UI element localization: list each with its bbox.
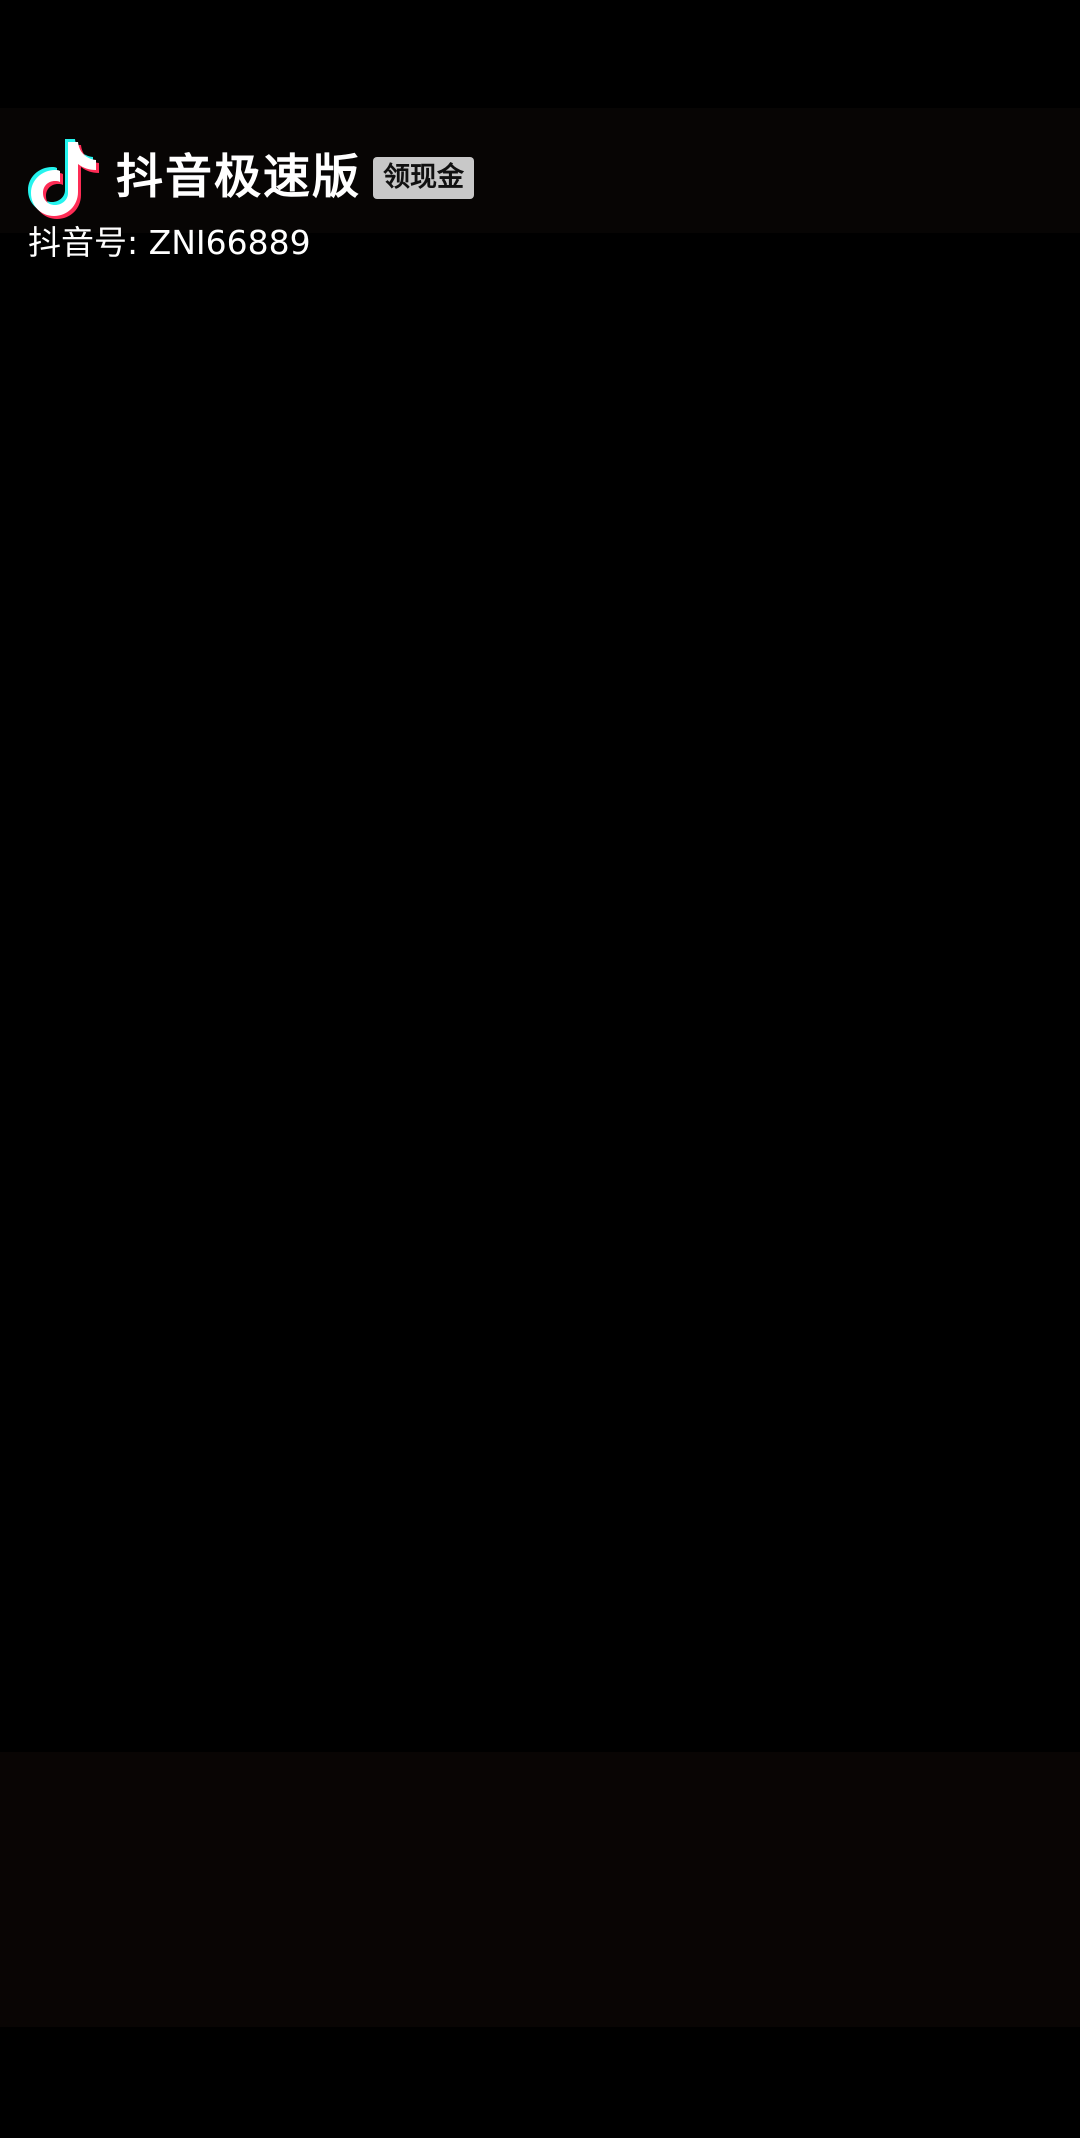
bottom-overlay-band [0, 1752, 1080, 2027]
douyin-note-icon [28, 136, 104, 220]
app-name: 抖音极速版 [116, 150, 361, 205]
douyin-watermark: 抖音极速版 领现金 抖音号: ZNI66889 [28, 136, 588, 276]
video-player-screen[interactable]: 抖音极速版 领现金 抖音号: ZNI66889 [0, 0, 1080, 2138]
account-id-label: 抖音号: ZNI66889 [28, 223, 311, 262]
watermark-brand-row: 抖音极速版 领现金 [28, 136, 588, 220]
cash-reward-badge: 领现金 [373, 157, 474, 199]
